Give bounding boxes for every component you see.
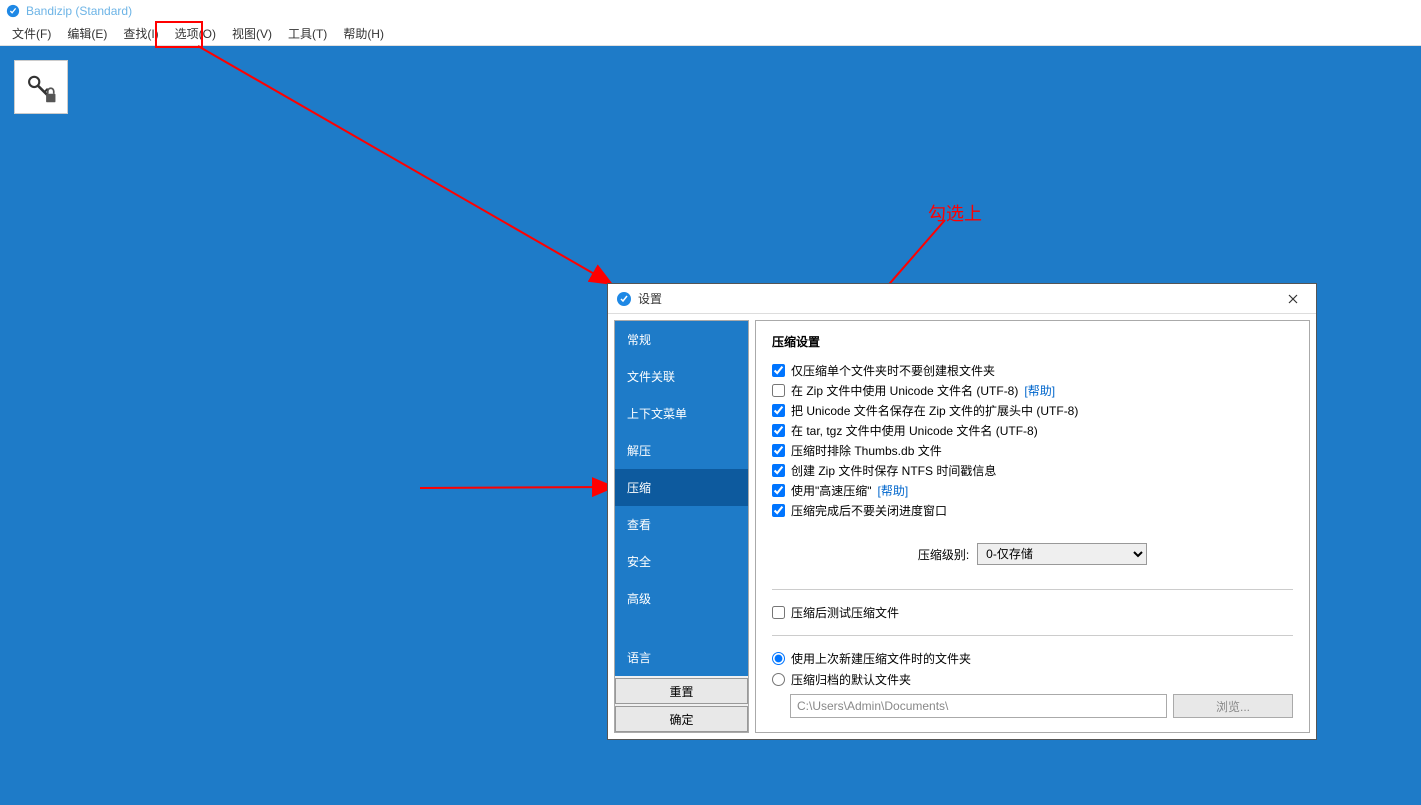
cb-no-root-folder[interactable]: 仅压缩单个文件夹时不要创建根文件夹 bbox=[772, 362, 1293, 379]
cb-label: 仅压缩单个文件夹时不要创建根文件夹 bbox=[791, 362, 995, 379]
password-button[interactable] bbox=[14, 60, 68, 114]
help-link[interactable]: [帮助] bbox=[878, 482, 909, 499]
cb-exclude-thumbs[interactable]: 压缩时排除 Thumbs.db 文件 bbox=[772, 442, 1293, 459]
cb-label: 在 Zip 文件中使用 Unicode 文件名 (UTF-8) bbox=[791, 382, 1018, 399]
cb-zip-ext-header[interactable]: 把 Unicode 文件名保存在 Zip 文件的扩展头中 (UTF-8) bbox=[772, 402, 1293, 419]
cb-label: 把 Unicode 文件名保存在 Zip 文件的扩展头中 (UTF-8) bbox=[791, 402, 1078, 419]
divider bbox=[772, 635, 1293, 636]
cb-test-after[interactable]: 压缩后测试压缩文件 bbox=[772, 604, 1293, 621]
ok-button[interactable]: 确定 bbox=[615, 706, 748, 732]
sidebar-item-file-assoc[interactable]: 文件关联 bbox=[615, 358, 748, 395]
key-lock-icon bbox=[24, 70, 58, 104]
radio-label: 压缩归档的默认文件夹 bbox=[791, 671, 911, 688]
reset-button[interactable]: 重置 bbox=[615, 678, 748, 704]
cb-label: 创建 Zip 文件时保存 NTFS 时间戳信息 bbox=[791, 462, 996, 479]
menu-file[interactable]: 文件(F) bbox=[4, 22, 59, 45]
menu-find[interactable]: 查找(I) bbox=[115, 22, 166, 45]
close-button[interactable] bbox=[1278, 287, 1308, 311]
path-row: 浏览... bbox=[790, 694, 1293, 718]
menu-help[interactable]: 帮助(H) bbox=[335, 22, 392, 45]
cb-tar-unicode[interactable]: 在 tar, tgz 文件中使用 Unicode 文件名 (UTF-8) bbox=[772, 422, 1293, 439]
sidebar-item-context-menu[interactable]: 上下文菜单 bbox=[615, 395, 748, 432]
compression-level-row: 压缩级别: 0-仅存储 bbox=[772, 543, 1293, 565]
settings-dialog: 设置 常规 文件关联 上下文菜单 解压 压缩 查看 安全 高级 语言 重置 确定… bbox=[607, 283, 1317, 740]
sidebar-item-extract[interactable]: 解压 bbox=[615, 432, 748, 469]
cb-zip-unicode-input[interactable] bbox=[772, 384, 785, 397]
cb-label: 使用"高速压缩" bbox=[791, 482, 872, 499]
dialog-title-bar: 设置 bbox=[608, 284, 1316, 314]
cb-fast-compress[interactable]: 使用"高速压缩" [帮助] bbox=[772, 482, 1293, 499]
level-label: 压缩级别: bbox=[918, 546, 969, 563]
cb-ntfs-timestamp[interactable]: 创建 Zip 文件时保存 NTFS 时间戳信息 bbox=[772, 462, 1293, 479]
cb-label: 在 tar, tgz 文件中使用 Unicode 文件名 (UTF-8) bbox=[791, 422, 1038, 439]
radio-last-folder[interactable]: 使用上次新建压缩文件时的文件夹 bbox=[772, 650, 1293, 667]
sidebar-item-security[interactable]: 安全 bbox=[615, 543, 748, 580]
cb-zip-unicode[interactable]: 在 Zip 文件中使用 Unicode 文件名 (UTF-8) [帮助] bbox=[772, 382, 1293, 399]
menu-view[interactable]: 视图(V) bbox=[224, 22, 280, 45]
close-icon bbox=[1288, 294, 1298, 304]
dialog-title-text: 设置 bbox=[638, 290, 1278, 307]
app-title: Bandizip (Standard) bbox=[26, 4, 132, 18]
menu-bar: 文件(F) 编辑(E) 查找(I) 选项(O) 视图(V) 工具(T) 帮助(H… bbox=[0, 22, 1421, 46]
cb-keep-progress[interactable]: 压缩完成后不要关闭进度窗口 bbox=[772, 502, 1293, 519]
cb-label: 压缩后测试压缩文件 bbox=[791, 604, 899, 621]
cb-no-root-folder-input[interactable] bbox=[772, 364, 785, 377]
sidebar-item-view[interactable]: 查看 bbox=[615, 506, 748, 543]
dialog-body: 常规 文件关联 上下文菜单 解压 压缩 查看 安全 高级 语言 重置 确定 压缩… bbox=[608, 314, 1316, 739]
settings-content: 压缩设置 仅压缩单个文件夹时不要创建根文件夹 在 Zip 文件中使用 Unico… bbox=[755, 320, 1310, 733]
cb-zip-ext-header-input[interactable] bbox=[772, 404, 785, 417]
cb-label: 压缩时排除 Thumbs.db 文件 bbox=[791, 442, 942, 459]
sidebar-item-compress[interactable]: 压缩 bbox=[615, 469, 748, 506]
cb-fast-compress-input[interactable] bbox=[772, 484, 785, 497]
dialog-icon bbox=[616, 291, 632, 307]
app-icon bbox=[6, 4, 20, 18]
radio-default-folder[interactable]: 压缩归档的默认文件夹 bbox=[772, 671, 1293, 688]
menu-edit[interactable]: 编辑(E) bbox=[59, 22, 115, 45]
annotation-text: 勾选上 bbox=[928, 200, 982, 226]
sidebar-item-general[interactable]: 常规 bbox=[615, 321, 748, 358]
section-title: 压缩设置 bbox=[772, 333, 1293, 350]
default-path-input[interactable] bbox=[790, 694, 1167, 718]
radio-default-folder-input[interactable] bbox=[772, 673, 785, 686]
title-bar: Bandizip (Standard) bbox=[0, 0, 1421, 22]
toolbar bbox=[0, 46, 1421, 128]
sidebar-item-language[interactable]: 语言 bbox=[615, 639, 748, 676]
settings-sidebar: 常规 文件关联 上下文菜单 解压 压缩 查看 安全 高级 语言 重置 确定 bbox=[614, 320, 749, 733]
divider bbox=[772, 589, 1293, 590]
cb-keep-progress-input[interactable] bbox=[772, 504, 785, 517]
cb-label: 压缩完成后不要关闭进度窗口 bbox=[791, 502, 947, 519]
cb-exclude-thumbs-input[interactable] bbox=[772, 444, 785, 457]
menu-tools[interactable]: 工具(T) bbox=[280, 22, 335, 45]
radio-last-folder-input[interactable] bbox=[772, 652, 785, 665]
cb-test-after-input[interactable] bbox=[772, 606, 785, 619]
sidebar-item-advanced[interactable]: 高级 bbox=[615, 580, 748, 617]
compression-level-select[interactable]: 0-仅存储 bbox=[977, 543, 1147, 565]
radio-label: 使用上次新建压缩文件时的文件夹 bbox=[791, 650, 971, 667]
cb-tar-unicode-input[interactable] bbox=[772, 424, 785, 437]
browse-button[interactable]: 浏览... bbox=[1173, 694, 1293, 718]
help-link[interactable]: [帮助] bbox=[1024, 382, 1055, 399]
cb-ntfs-timestamp-input[interactable] bbox=[772, 464, 785, 477]
menu-options[interactable]: 选项(O) bbox=[167, 22, 224, 45]
